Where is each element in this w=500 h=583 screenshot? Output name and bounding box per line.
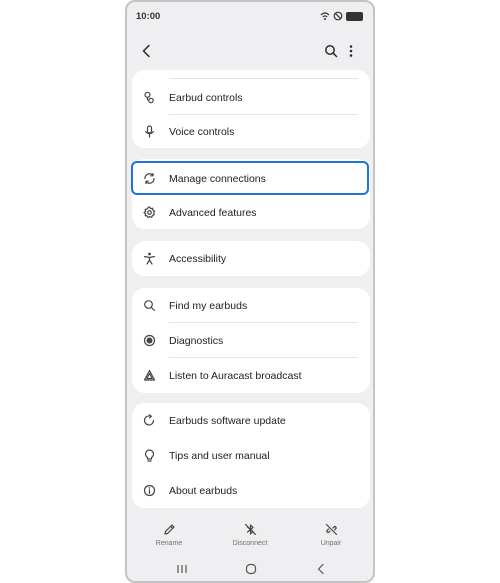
disconnect-button[interactable]: Disconnect (215, 516, 285, 556)
recent-apps-button[interactable] (174, 562, 190, 576)
sync-icon (143, 172, 156, 185)
settings-group-about: Earbuds software update Tips and user ma… (132, 403, 370, 508)
back-arrow-icon (142, 44, 150, 58)
refresh-icon (143, 414, 156, 427)
divider (169, 78, 358, 79)
diagnostics-icon (143, 334, 156, 347)
do-not-disturb-icon (333, 11, 343, 21)
manage-connections-item[interactable]: Manage connections (132, 161, 370, 196)
back-button[interactable] (137, 41, 157, 61)
diagnostics-item[interactable]: Diagnostics (132, 323, 370, 358)
battery-icon (346, 11, 363, 21)
disconnect-label: Disconnect (232, 540, 268, 547)
settings-group-connections: Manage connections Advanced features (132, 159, 370, 229)
settings-group-controls: Earbud controls Voice controls (132, 70, 370, 148)
lightbulb-icon (143, 449, 156, 462)
microphone-icon (143, 125, 156, 138)
pencil-icon (162, 522, 176, 536)
more-options-button[interactable] (341, 41, 361, 61)
earbud-controls-label: Earbud controls (169, 91, 243, 104)
settings-group-accessibility: Accessibility (132, 241, 370, 276)
unpair-button[interactable]: Unpair (296, 516, 366, 556)
find-my-earbuds-item[interactable]: Find my earbuds (132, 288, 370, 323)
search-icon (143, 299, 156, 312)
home-icon (245, 563, 257, 575)
toolbar (127, 38, 373, 64)
phone-screen: 10:00 Earbud controls Voice controls Man… (125, 0, 375, 583)
advanced-features-item[interactable]: Advanced features (132, 195, 370, 229)
voice-controls-label: Voice controls (169, 125, 235, 138)
search-icon (325, 45, 338, 58)
earbud-controls-icon (143, 91, 156, 104)
search-button[interactable] (321, 41, 341, 61)
tips-manual-item[interactable]: Tips and user manual (132, 438, 370, 473)
auracast-icon (143, 369, 156, 382)
rename-button[interactable]: Rename (134, 516, 204, 556)
rename-label: Rename (155, 540, 183, 547)
home-button[interactable] (243, 562, 259, 576)
status-time: 10:00 (136, 10, 161, 22)
system-navigation-bar (127, 558, 373, 580)
accessibility-item[interactable]: Accessibility (132, 241, 370, 276)
more-vertical-icon (349, 45, 353, 57)
accessibility-label: Accessibility (169, 252, 227, 265)
bottom-action-bar: Rename Disconnect Unpair (127, 516, 373, 556)
recent-apps-icon (177, 565, 187, 573)
software-update-item[interactable]: Earbuds software update (132, 403, 370, 438)
advanced-features-label: Advanced features (169, 206, 257, 219)
unpair-label: Unpair (320, 540, 342, 547)
wifi-icon (320, 12, 330, 20)
about-earbuds-item[interactable]: About earbuds (132, 473, 370, 508)
bluetooth-off-icon (243, 522, 257, 536)
tips-manual-label: Tips and user manual (169, 449, 270, 462)
info-icon (143, 484, 156, 497)
auracast-item[interactable]: Listen to Auracast broadcast (132, 358, 370, 393)
software-update-label: Earbuds software update (169, 414, 286, 427)
back-nav-icon (317, 563, 324, 575)
status-bar: 10:00 (127, 2, 373, 30)
gear-icon (143, 206, 156, 219)
diagnostics-label: Diagnostics (169, 334, 224, 347)
about-earbuds-label: About earbuds (169, 484, 238, 497)
unlink-icon (324, 522, 338, 536)
manage-connections-label: Manage connections (169, 172, 266, 185)
find-my-earbuds-label: Find my earbuds (169, 299, 248, 312)
earbud-controls-item[interactable]: Earbud controls (132, 80, 370, 115)
voice-controls-item[interactable]: Voice controls (132, 114, 370, 148)
settings-group-find: Find my earbuds Diagnostics Listen to Au… (132, 288, 370, 393)
status-icons (320, 11, 363, 21)
auracast-label: Listen to Auracast broadcast (169, 369, 302, 382)
accessibility-icon (143, 252, 156, 265)
back-nav-button[interactable] (313, 562, 329, 576)
